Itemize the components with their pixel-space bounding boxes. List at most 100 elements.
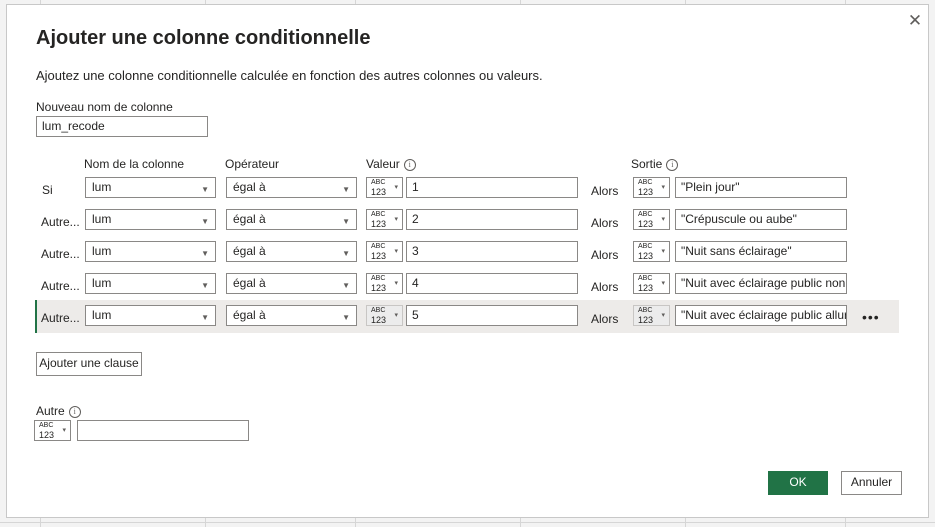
chevron-down-icon: ▾ (661, 248, 665, 255)
clause-prefix: Autre... (41, 247, 80, 261)
new-column-label: Nouveau nom de colonne (36, 100, 173, 114)
value-type-dropdown[interactable]: ABC 123 ▾ (366, 177, 403, 198)
column-select-value: lum (92, 244, 112, 258)
output-type-dropdown[interactable]: ABC 123 ▾ (633, 209, 670, 230)
column-select[interactable]: lum ▼ (85, 209, 216, 230)
type-abc-label: ABC (638, 275, 653, 282)
header-column-name: Nom de la colonne (84, 157, 185, 171)
type-abc-label: ABC (371, 243, 386, 250)
type-123-label: 123 (371, 251, 387, 261)
operator-select-value: égal à (233, 244, 266, 258)
header-output-label: Sortie (631, 157, 663, 171)
type-123-label: 123 (638, 251, 654, 261)
more-options-icon[interactable]: ••• (862, 310, 880, 324)
output-type-dropdown[interactable]: ABC 123 ▾ (633, 177, 670, 198)
dialog-description: Ajoutez une colonne conditionnelle calcu… (36, 68, 543, 83)
value-type-dropdown[interactable]: ABC 123 ▾ (366, 273, 403, 294)
output-input[interactable]: "Nuit sans éclairage" (675, 241, 847, 262)
chevron-down-icon: ▾ (661, 280, 665, 287)
value-input[interactable]: 5 (406, 305, 578, 326)
chevron-down-icon: ▼ (201, 281, 209, 290)
operator-select[interactable]: égal à ▼ (226, 305, 357, 326)
else-label: Autre i (36, 404, 81, 418)
column-select[interactable]: lum ▼ (85, 305, 216, 326)
type-abc-label: ABC (371, 211, 386, 218)
column-select-value: lum (92, 212, 112, 226)
then-label: Alors (591, 216, 619, 230)
operator-select-value: égal à (233, 180, 266, 194)
info-icon[interactable]: i (68, 405, 81, 418)
new-column-name-input[interactable]: lum_recode (36, 116, 208, 137)
column-select-value: lum (92, 180, 112, 194)
chevron-down-icon: ▼ (201, 313, 209, 322)
chevron-down-icon: ▾ (394, 280, 398, 287)
output-input[interactable]: "Crépuscule ou aube" (675, 209, 847, 230)
chevron-down-icon: ▼ (342, 313, 350, 322)
output-input[interactable]: "Nuit avec éclairage public non a (675, 273, 847, 294)
else-value-input[interactable] (77, 420, 249, 441)
column-select-value: lum (92, 308, 112, 322)
dialog-title: Ajouter une colonne conditionnelle (36, 27, 371, 49)
else-type-dropdown[interactable]: ABC 123 ▾ (34, 420, 71, 441)
output-type-dropdown[interactable]: ABC 123 ▾ (633, 273, 670, 294)
operator-select-value: égal à (233, 276, 266, 290)
info-icon[interactable]: i (666, 158, 679, 171)
type-abc-label: ABC (638, 307, 653, 314)
column-select-value: lum (92, 276, 112, 290)
column-select[interactable]: lum ▼ (85, 273, 216, 294)
column-select[interactable]: lum ▼ (85, 177, 216, 198)
type-123-label: 123 (371, 315, 387, 325)
close-icon[interactable]: ✕ (905, 11, 925, 31)
value-input[interactable]: 4 (406, 273, 578, 294)
chevron-down-icon: ▾ (62, 427, 66, 434)
clause-prefix: Si (42, 183, 53, 197)
value-input[interactable]: 3 (406, 241, 578, 262)
column-select[interactable]: lum ▼ (85, 241, 216, 262)
clause-prefix: Autre... (41, 215, 80, 229)
operator-select[interactable]: égal à ▼ (226, 273, 357, 294)
value-type-dropdown[interactable]: ABC 123 ▾ (366, 209, 403, 230)
header-operator: Opérateur (225, 157, 280, 171)
info-icon[interactable]: i (403, 158, 416, 171)
type-123-label: 123 (638, 283, 654, 293)
chevron-down-icon: ▼ (201, 249, 209, 258)
chevron-down-icon: ▼ (342, 217, 350, 226)
output-type-dropdown[interactable]: ABC 123 ▾ (633, 305, 670, 326)
value-input[interactable]: 1 (406, 177, 578, 198)
type-abc-label: ABC (638, 211, 653, 218)
chevron-down-icon: ▾ (661, 312, 665, 319)
add-clause-button[interactable]: Ajouter une clause (36, 352, 142, 376)
value-type-dropdown[interactable]: ABC 123 ▾ (366, 305, 403, 326)
type-abc-label: ABC (638, 179, 653, 186)
chevron-down-icon: ▼ (342, 249, 350, 258)
operator-select[interactable]: égal à ▼ (226, 241, 357, 262)
output-input[interactable]: "Nuit avec éclairage public allur (675, 305, 847, 326)
cancel-button[interactable]: Annuler (841, 471, 902, 495)
then-label: Alors (591, 184, 619, 198)
type-abc-label: ABC (371, 275, 386, 282)
clause-prefix: Autre... (41, 279, 80, 293)
operator-select[interactable]: égal à ▼ (226, 177, 357, 198)
type-123-label: 123 (638, 315, 654, 325)
ok-button[interactable]: OK (768, 471, 828, 495)
type-abc-label: ABC (371, 307, 386, 314)
type-abc-label: ABC (39, 422, 54, 429)
type-123-label: 123 (371, 219, 387, 229)
output-input[interactable]: "Plein jour" (675, 177, 847, 198)
clause-prefix: Autre... (41, 311, 80, 325)
chevron-down-icon: ▾ (661, 184, 665, 191)
chevron-down-icon: ▾ (394, 248, 398, 255)
value-type-dropdown[interactable]: ABC 123 ▾ (366, 241, 403, 262)
chevron-down-icon: ▼ (201, 217, 209, 226)
type-123-label: 123 (638, 187, 654, 197)
chevron-down-icon: ▾ (394, 312, 398, 319)
chevron-down-icon: ▾ (394, 216, 398, 223)
header-value-label: Valeur (366, 157, 400, 171)
type-abc-label: ABC (371, 179, 386, 186)
then-label: Alors (591, 312, 619, 326)
header-value: Valeur i (366, 157, 416, 171)
type-123-label: 123 (371, 283, 387, 293)
output-type-dropdown[interactable]: ABC 123 ▾ (633, 241, 670, 262)
operator-select[interactable]: égal à ▼ (226, 209, 357, 230)
value-input[interactable]: 2 (406, 209, 578, 230)
